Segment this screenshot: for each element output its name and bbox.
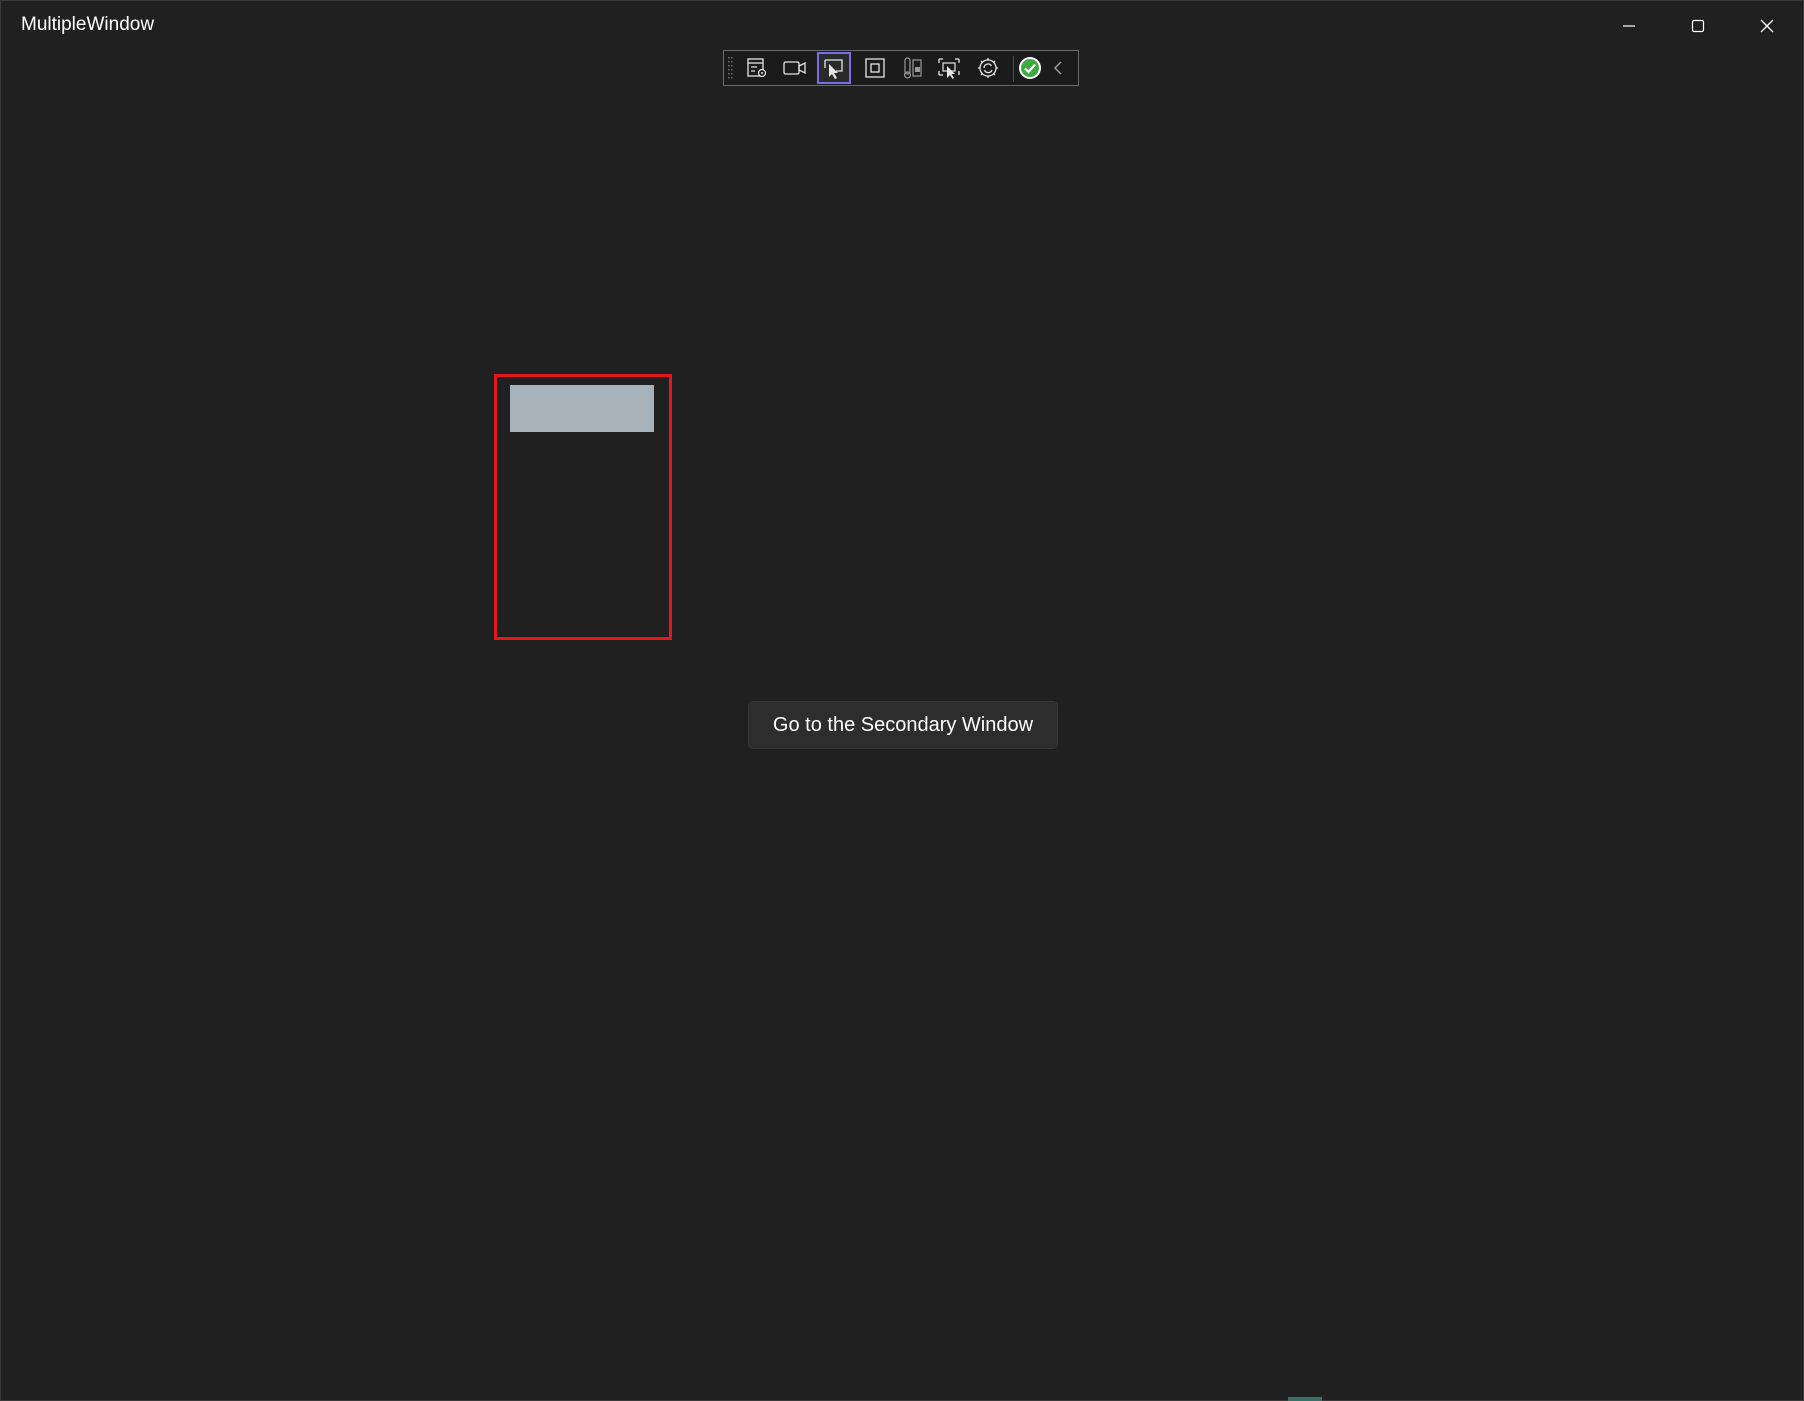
xaml-debug-toolbar bbox=[723, 50, 1079, 86]
maximize-icon bbox=[1691, 19, 1705, 33]
collapse-toolbar-icon bbox=[1053, 61, 1062, 75]
video-record-icon bbox=[783, 61, 806, 75]
app-window: MultipleWindow Go to the Secondary Windo… bbox=[0, 0, 1804, 1401]
minimize-icon bbox=[1623, 25, 1635, 27]
display-layout-adorners-icon bbox=[865, 58, 885, 78]
minimize-button[interactable] bbox=[1595, 1, 1663, 51]
check-issues-button[interactable] bbox=[1014, 54, 1046, 82]
hot-reload-icon bbox=[978, 58, 998, 78]
track-focused-element-button[interactable] bbox=[896, 54, 928, 82]
live-visual-tree-button[interactable] bbox=[741, 54, 773, 82]
hot-reload-button[interactable] bbox=[972, 54, 1004, 82]
title-bar[interactable]: MultipleWindow bbox=[1, 1, 1803, 51]
select-element-icon bbox=[824, 59, 843, 79]
go-to-secondary-window-button[interactable]: Go to the Secondary Window bbox=[748, 701, 1058, 749]
live-visual-tree-icon bbox=[747, 58, 767, 78]
taskbar-edge bbox=[1288, 1397, 1322, 1401]
window-title: MultipleWindow bbox=[21, 14, 155, 35]
select-element-button[interactable] bbox=[817, 52, 851, 84]
display-layout-adorners-button[interactable] bbox=[859, 54, 891, 82]
video-record-button[interactable] bbox=[779, 54, 811, 82]
close-button[interactable] bbox=[1733, 1, 1801, 51]
close-icon bbox=[1760, 19, 1774, 33]
maximize-button[interactable] bbox=[1664, 1, 1732, 51]
track-focused-element-icon bbox=[903, 57, 922, 79]
preview-selection-button[interactable] bbox=[933, 54, 965, 82]
preview-selection-icon bbox=[938, 58, 960, 79]
placeholder-element bbox=[510, 385, 654, 432]
toolbar-grip-icon[interactable] bbox=[728, 56, 734, 82]
check-issues-icon bbox=[1019, 57, 1041, 79]
collapse-toolbar-button[interactable] bbox=[1046, 54, 1070, 82]
